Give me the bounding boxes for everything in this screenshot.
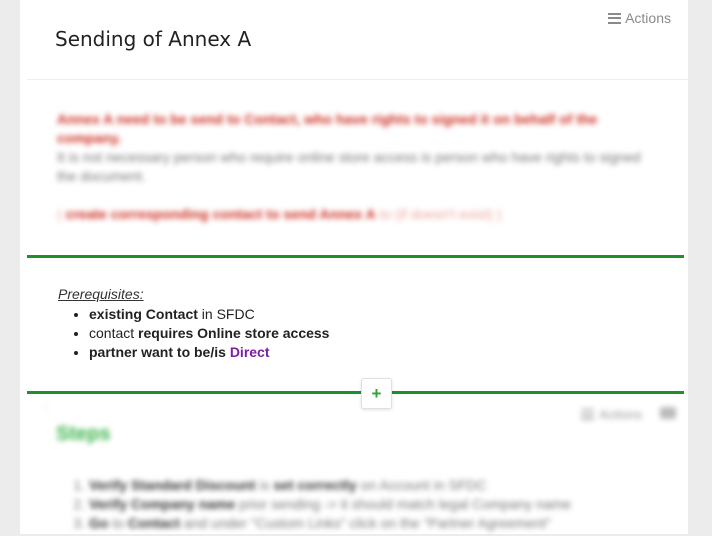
- list-item: Verify Company name prior sending -> it …: [89, 495, 679, 514]
- hamburger-icon: [581, 409, 595, 420]
- header-divider: [27, 79, 688, 80]
- section-divider-top: [27, 255, 684, 258]
- steps-actions-label: Actions: [599, 407, 642, 422]
- link-bold-text: create corresponding contact to send Ann…: [65, 206, 376, 222]
- section-divider-bottom: [27, 391, 684, 394]
- list-item: existing Contact in SFDC: [89, 305, 329, 324]
- hamburger-icon: [608, 12, 622, 24]
- annex-note-section: Annex A need to be send to Contact, who …: [57, 110, 647, 224]
- link-rest-text: to (if doesn't exist) ): [375, 206, 502, 222]
- actions-label: Actions: [625, 10, 671, 26]
- list-item: contact requires Online store access: [89, 324, 329, 343]
- link-prefix: (: [57, 206, 66, 222]
- steps-title: Steps: [56, 423, 111, 445]
- page-title: Sending of Annex A: [55, 27, 252, 51]
- steps-section: ·· Actions Steps Verify Standard Discoun…: [20, 396, 688, 536]
- note-info-text: It is not necessary person who require o…: [57, 149, 641, 184]
- direct-highlight: Direct: [229, 344, 270, 360]
- drag-handle-icon[interactable]: · ·: [44, 400, 47, 415]
- steps-actions-button[interactable]: Actions: [581, 407, 642, 422]
- actions-button[interactable]: Actions: [608, 10, 671, 26]
- prerequisites-section: Prerequisites: existing Contact in SFDC …: [58, 286, 329, 362]
- list-item: Verify Standard Discount is set correctl…: [89, 476, 679, 495]
- steps-list: Verify Standard Discount is set correctl…: [56, 476, 679, 533]
- page-panel: Sending of Annex A Actions Annex A need …: [20, 0, 688, 534]
- note-warning-text: Annex A need to be send to Contact, who …: [57, 111, 598, 146]
- create-contact-link[interactable]: ( create corresponding contact to send A…: [57, 205, 647, 224]
- list-item: partner want to be/is Direct: [89, 343, 329, 362]
- list-item: Go to Contact and under "Custom Links" c…: [89, 514, 679, 533]
- prerequisites-title: Prerequisites:: [58, 286, 144, 302]
- prerequisites-list: existing Contact in SFDC contact require…: [58, 305, 329, 362]
- menu-icon[interactable]: [660, 407, 676, 419]
